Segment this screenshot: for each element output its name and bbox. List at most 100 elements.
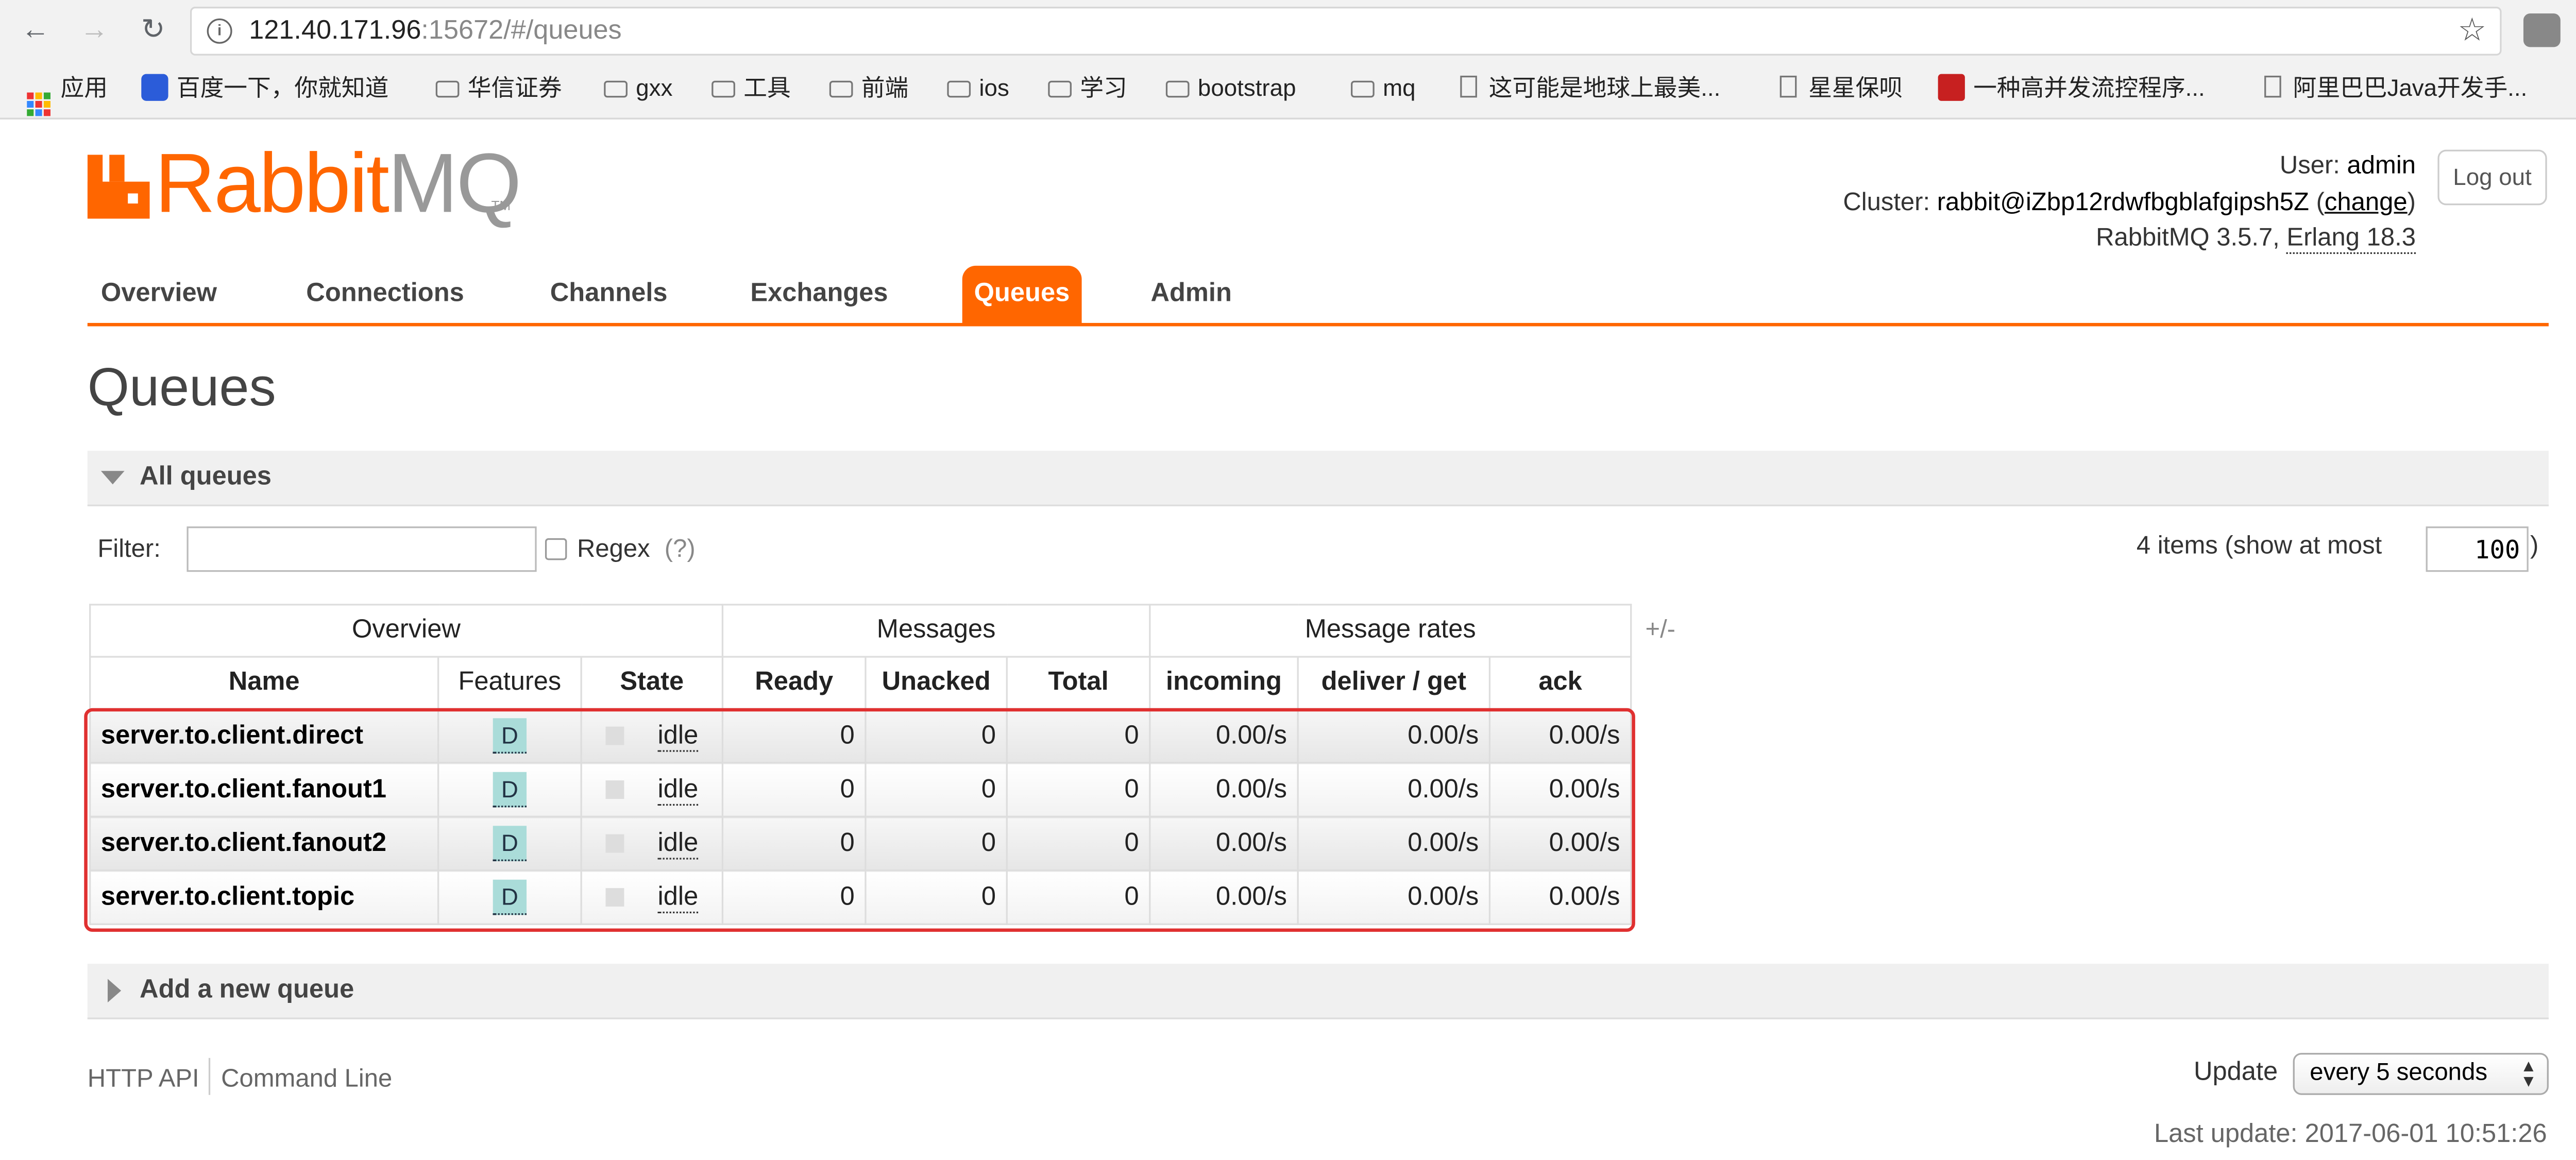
folder-icon xyxy=(604,80,628,98)
column-header-state[interactable]: State xyxy=(580,656,724,710)
table-row[interactable]: server.to.client.direct D idle 0 0 0 0.0… xyxy=(89,708,1632,764)
durable-badge[interactable]: D xyxy=(493,718,527,754)
durable-badge[interactable]: D xyxy=(493,879,527,915)
bookmark-folder-frontend[interactable]: 前端 xyxy=(829,71,908,104)
bookmark-baidu[interactable]: 百度一下，你就知道 xyxy=(141,71,388,104)
regex-help-link[interactable]: (?) xyxy=(665,535,696,564)
bookmark-csdn[interactable]: 一种高并发流控程序... xyxy=(1938,71,2205,104)
ack-rate-cell: 0.00/s xyxy=(1488,869,1632,925)
main-tabs: Overview Connections Channels Exchanges … xyxy=(87,265,2549,327)
deliver-get-rate-cell: 0.00/s xyxy=(1297,762,1491,817)
deliver-get-rate-cell: 0.00/s xyxy=(1297,815,1491,872)
column-header-deliver-get[interactable]: deliver / get xyxy=(1297,656,1491,710)
table-row[interactable]: server.to.client.topic D idle 0 0 0 0.00… xyxy=(89,869,1632,925)
all-queues-section-header[interactable]: All queues xyxy=(87,451,2549,506)
bookmark-page-earth[interactable]: 这可能是地球上最美... xyxy=(1460,71,1720,104)
column-header-ready[interactable]: Ready xyxy=(721,656,867,710)
back-icon[interactable]: ← xyxy=(17,12,54,49)
incoming-rate-cell: 0.00/s xyxy=(1149,708,1299,764)
logo-trademark: TM xyxy=(491,198,511,214)
ready-cell: 0 xyxy=(721,708,867,764)
column-header-total[interactable]: Total xyxy=(1006,656,1151,710)
unacked-cell: 0 xyxy=(865,708,1008,764)
url-text[interactable]: 121.40.171.96:15672/#/queues xyxy=(249,17,621,47)
address-bar[interactable]: i 121.40.171.96:15672/#/queues ☆ xyxy=(190,7,2502,56)
cluster-value: rabbit@iZbp12rdwfbgblafgipsh5Z xyxy=(1937,187,2309,216)
bookmark-folder-tools[interactable]: 工具 xyxy=(711,71,791,104)
ack-rate-cell: 0.00/s xyxy=(1488,708,1632,764)
tab-overview[interactable]: Overview xyxy=(101,266,217,323)
tab-channels[interactable]: Channels xyxy=(550,266,668,323)
queue-name-link[interactable]: server.to.client.topic xyxy=(89,869,439,925)
page-icon xyxy=(1780,75,1797,98)
state-text[interactable]: idle xyxy=(657,774,699,805)
bookmark-folder-huaxin[interactable]: 华信证券 xyxy=(435,71,562,104)
bookmark-folder-ios[interactable]: ios xyxy=(947,71,1009,104)
url-host: 121.40.171.96 xyxy=(249,16,421,46)
tab-admin[interactable]: Admin xyxy=(1150,266,1231,323)
cluster-line: Cluster: rabbit@iZbp12rdwfbgblafgipsh5Z … xyxy=(1843,187,2416,216)
state-cell: idle xyxy=(580,869,724,925)
state-text[interactable]: idle xyxy=(657,721,699,751)
bookmark-label: 工具 xyxy=(743,74,791,101)
column-header-unacked[interactable]: Unacked xyxy=(865,656,1008,710)
version-line: RabbitMQ 3.5.7, Erlang 18.3 xyxy=(1843,220,2416,257)
regex-label[interactable]: Regex xyxy=(577,535,650,564)
filter-input[interactable] xyxy=(187,526,537,572)
bookmark-page-star[interactable]: 星星保呗 xyxy=(1780,71,1903,104)
bookmark-apps[interactable]: 应用 xyxy=(27,71,108,116)
state-text[interactable]: idle xyxy=(657,882,699,913)
extension-icon[interactable] xyxy=(2523,13,2561,47)
command-line-link[interactable]: Command Line xyxy=(221,1065,392,1094)
column-header-incoming[interactable]: incoming xyxy=(1149,656,1299,710)
version-text: RabbitMQ 3.5.7, xyxy=(2096,224,2280,252)
erlang-version[interactable]: Erlang 18.3 xyxy=(2286,224,2416,254)
tab-queues[interactable]: Queues xyxy=(962,265,1082,323)
http-api-link[interactable]: HTTP API xyxy=(88,1065,199,1094)
bookmark-star-icon[interactable]: ☆ xyxy=(2458,12,2486,50)
logout-button[interactable]: Log out xyxy=(2437,149,2547,206)
queue-name-link[interactable]: server.to.client.fanout1 xyxy=(89,762,439,817)
column-header-name[interactable]: Name xyxy=(89,656,439,710)
bookmark-page-alibaba[interactable]: 阿里巴巴Java开发手... xyxy=(2264,71,2527,104)
regex-checkbox[interactable] xyxy=(545,538,567,560)
total-cell: 0 xyxy=(1006,762,1151,817)
screen: ← → ↻ i 121.40.171.96:15672/#/queues ☆ 应… xyxy=(0,0,2576,1159)
queue-name-link[interactable]: server.to.client.direct xyxy=(89,708,439,764)
queue-name-link[interactable]: server.to.client.fanout2 xyxy=(89,815,439,872)
tab-connections[interactable]: Connections xyxy=(306,266,464,323)
update-label: Update xyxy=(2193,1057,2278,1087)
logo-mq-text: MQ xyxy=(387,136,522,231)
unacked-cell: 0 xyxy=(865,815,1008,872)
change-cluster-link[interactable]: change xyxy=(2325,187,2408,216)
incoming-rate-cell: 0.00/s xyxy=(1149,762,1299,817)
table-row[interactable]: server.to.client.fanout1 D idle 0 0 0 0.… xyxy=(89,762,1632,817)
durable-badge[interactable]: D xyxy=(493,772,527,808)
incoming-rate-cell: 0.00/s xyxy=(1149,869,1299,925)
bookmark-folder-gxx[interactable]: gxx xyxy=(604,71,672,104)
column-header-ack[interactable]: ack xyxy=(1488,656,1632,710)
reload-icon[interactable]: ↻ xyxy=(134,12,172,49)
bookmark-folder-bootstrap[interactable]: bootstrap xyxy=(1165,71,1296,104)
bookmark-label: 前端 xyxy=(861,74,909,101)
bookmark-folder-study[interactable]: 学习 xyxy=(1048,71,1127,104)
max-items-input[interactable]: 100 xyxy=(2426,526,2529,572)
bookmark-folder-mq[interactable]: mq xyxy=(1351,71,1416,104)
user-line: User: admin xyxy=(1843,148,2416,184)
logo-rabbit-text: Rabbit xyxy=(155,136,389,231)
info-icon[interactable]: i xyxy=(207,18,232,44)
durable-badge[interactable]: D xyxy=(493,826,527,861)
update-interval-select[interactable]: every 5 seconds ▲ ▼ xyxy=(2293,1053,2549,1095)
forward-icon[interactable]: → xyxy=(76,12,113,49)
tab-exchanges[interactable]: Exchanges xyxy=(750,266,888,323)
add-queue-section-header[interactable]: Add a new queue xyxy=(87,964,2549,1019)
page-icon xyxy=(1460,75,1477,98)
group-header-message-rates: Message rates xyxy=(1149,604,1632,658)
user-value: admin xyxy=(2347,151,2416,180)
state-indicator-icon xyxy=(605,725,624,744)
state-text[interactable]: idle xyxy=(657,828,699,859)
column-header-features: Features xyxy=(437,656,582,710)
table-row[interactable]: server.to.client.fanout2 D idle 0 0 0 0.… xyxy=(89,815,1632,872)
all-queues-label: All queues xyxy=(140,462,272,491)
column-toggle-link[interactable]: +/- xyxy=(1645,616,1675,644)
